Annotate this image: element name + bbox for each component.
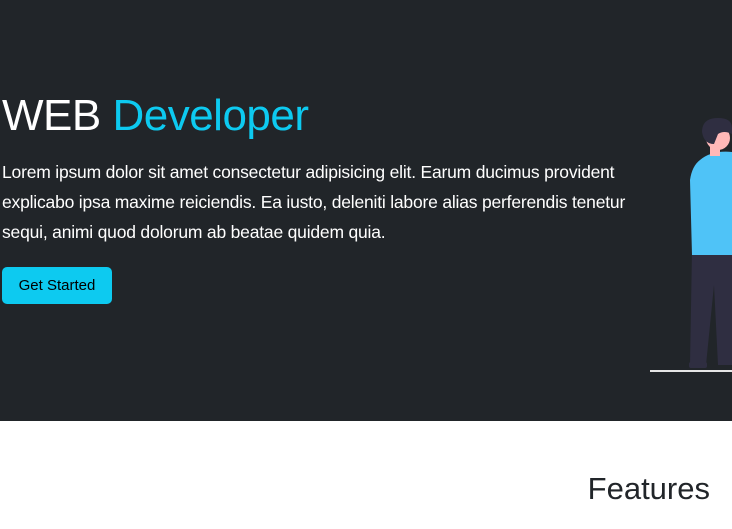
figure-shoe (689, 362, 707, 368)
hero-section: WEB Developer Lorem ipsum dolor sit amet… (0, 0, 732, 421)
figure-legs (690, 250, 732, 365)
figure-torso (690, 151, 732, 255)
hero-title-plain: WEB (2, 91, 101, 140)
hero-title-accent: Developer (112, 91, 309, 140)
person-standing-illustration (650, 118, 732, 372)
hero-title: WEB Developer (2, 88, 309, 144)
get-started-button[interactable]: Get Started (2, 267, 112, 304)
hero-description: Lorem ipsum dolor sit amet consectetur a… (2, 162, 626, 242)
features-title: Features (587, 471, 710, 506)
